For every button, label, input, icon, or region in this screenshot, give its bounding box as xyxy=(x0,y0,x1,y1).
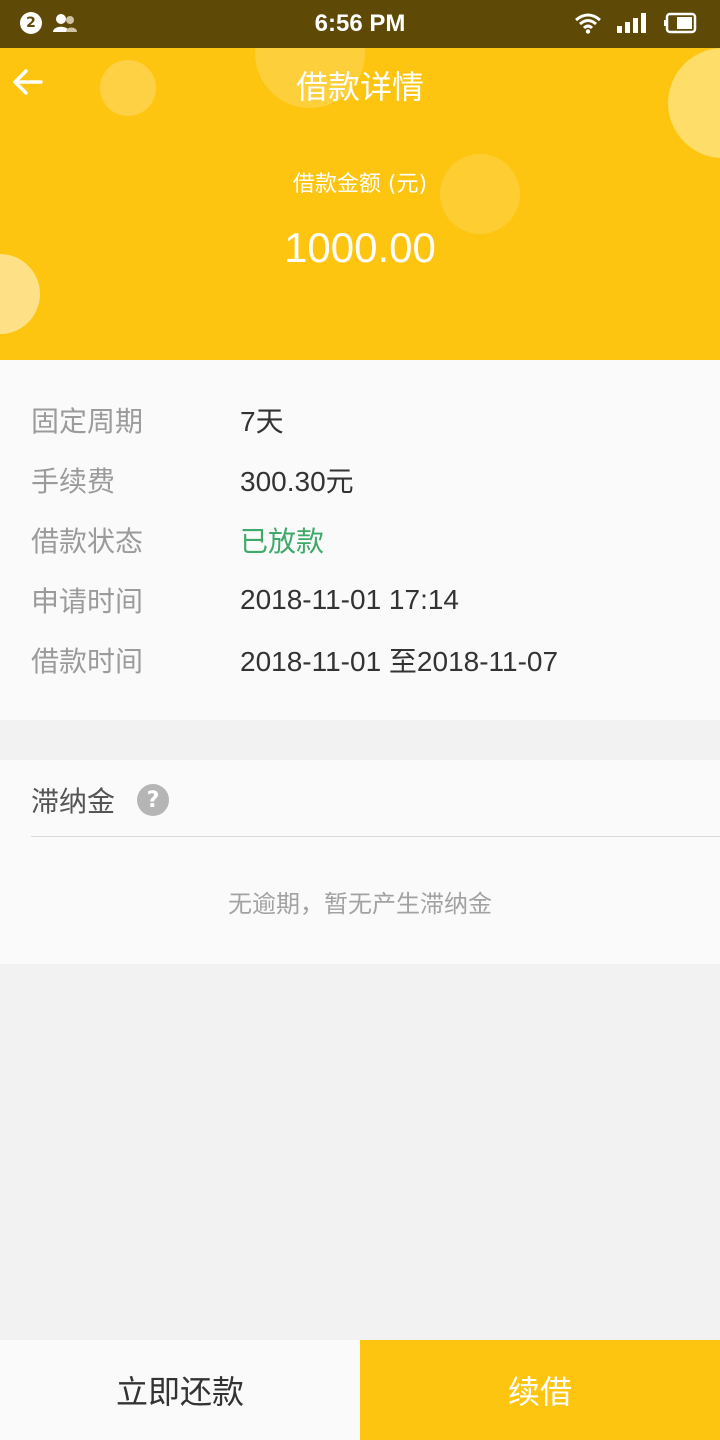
detail-value: 300.30元 xyxy=(240,466,354,497)
loan-amount-label: 借款金额 (元) xyxy=(292,172,428,197)
detail-row-loan-time: 借款时间 2018-11-01 至2018-11-07 xyxy=(0,630,720,690)
detail-value: 7天 xyxy=(240,406,284,437)
detail-row-fee: 手续费 300.30元 xyxy=(0,450,720,510)
detail-value: 2018-11-01 至2018-11-07 xyxy=(240,646,559,677)
loan-amount-value: 1000.00 xyxy=(284,224,436,271)
detail-row-period: 固定周期 7天 xyxy=(0,390,720,450)
detail-label: 手续费 xyxy=(31,465,116,498)
repay-now-button[interactable]: 立即还款 xyxy=(0,1340,360,1440)
detail-label: 借款状态 xyxy=(31,525,144,558)
detail-row-status: 借款状态 已放款 xyxy=(0,510,720,570)
signal-icon xyxy=(617,13,646,33)
renew-loan-button[interactable]: 续借 xyxy=(360,1340,720,1440)
status-bar: 2 6:56 PM xyxy=(0,0,720,48)
status-right xyxy=(574,12,698,34)
late-fee-title: 滞纳金 xyxy=(31,785,116,818)
detail-value: 2018-11-01 17:14 xyxy=(240,584,459,615)
loan-details: 固定周期 7天 手续费 300.30元 借款状态 已放款 申请时间 2018-1… xyxy=(0,360,720,720)
divider xyxy=(31,836,720,837)
detail-row-apply-time: 申请时间 2018-11-01 17:14 xyxy=(0,570,720,630)
help-icon[interactable]: ? xyxy=(137,784,170,816)
detail-label: 固定周期 xyxy=(31,405,144,438)
late-fee-header: 滞纳金 ? xyxy=(31,780,170,820)
bottom-action-bar: 立即还款 续借 xyxy=(0,1340,720,1440)
status-badge: 已放款 xyxy=(240,526,325,557)
battery-icon xyxy=(664,12,697,34)
late-fee-section: 滞纳金 ? 无逾期，暂无产生滞纳金 xyxy=(0,760,720,964)
page-title: 借款详情 xyxy=(295,68,424,106)
detail-label: 借款时间 xyxy=(31,645,144,678)
wifi-icon xyxy=(575,13,601,34)
loan-header: 借款详情 借款金额 (元) 1000.00 xyxy=(0,48,720,360)
late-fee-empty-text: 无逾期，暂无产生滞纳金 xyxy=(228,890,492,918)
detail-label: 申请时间 xyxy=(31,585,144,618)
